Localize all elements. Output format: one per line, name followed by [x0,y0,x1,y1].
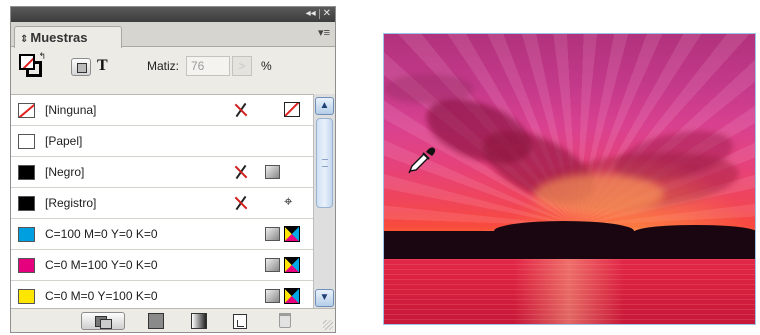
panel-tab-row: ⇕ Muestras ▾≡ [11,22,335,48]
fill-stroke-toggle[interactable]: ↰ [19,51,46,78]
scroll-thumb[interactable] [316,118,333,208]
swatch-name: [Papel] [45,134,83,148]
scroll-up-button[interactable]: ▲ [315,97,334,115]
swatch-name: C=0 M=100 Y=0 K=0 [45,258,158,272]
swatch-row-black[interactable]: [Negro] [11,157,313,188]
swatch-chip [18,258,35,273]
new-swatch-icon[interactable] [233,314,247,329]
scroll-down-button[interactable]: ▼ [315,289,334,307]
swatch-chip [18,289,35,304]
swatch-name: [Negro] [45,165,85,179]
swatch-row-paper[interactable]: [Papel] [11,126,313,157]
collapse-icon[interactable]: ◂◂ [306,8,316,20]
process-color-icon [265,289,280,303]
swap-arrow-icon[interactable]: ↰ [38,51,46,62]
tab-arrows-icon: ⇕ [20,34,29,45]
non-editable-icon [233,102,249,118]
swatch-name: [Registro] [45,196,97,210]
delete-swatch-icon[interactable] [279,313,291,328]
swatch-row-magenta[interactable]: C=0 M=100 Y=0 K=0 [11,250,313,281]
swatch-name: C=0 M=0 Y=100 K=0 [45,289,158,303]
tab-swatches[interactable]: ⇕ Muestras [14,26,122,48]
cmyk-icon [284,257,300,273]
titlebar-separator [318,9,320,19]
tint-slider-button[interactable]: > [232,56,252,76]
swatch-name: [Ninguna] [45,103,97,117]
swatch-chip [18,227,35,242]
swatch-row-registration[interactable]: [Registro] ⌖ [11,188,313,219]
tab-label: Muestras [30,30,88,45]
sunset-photo[interactable] [383,33,756,325]
show-color-swatches-icon[interactable] [148,313,164,329]
tint-percent-label: % [261,59,272,73]
close-icon[interactable]: ✕ [323,8,331,20]
swatch-chip [18,196,35,211]
formatting-text-button[interactable]: T [97,57,108,75]
show-gradient-swatches-icon[interactable] [191,313,207,329]
process-color-icon [265,258,280,272]
swatch-controls: ↰ T Matiz: 76 > % [11,47,335,83]
show-all-swatches-button[interactable] [81,312,125,330]
lit-cloud [534,174,664,214]
formatting-container-button[interactable] [71,58,91,76]
panel-titlebar[interactable]: ◂◂ ✕ [11,7,335,22]
none-swatch-icon [284,102,300,117]
swatch-name: C=100 M=0 Y=0 K=0 [45,227,158,241]
resize-grip-icon[interactable] [323,320,333,330]
fill-swatch-icon[interactable] [19,54,35,70]
process-color-icon [265,227,280,241]
eyedropper-icon [408,147,436,174]
non-editable-icon [233,164,249,180]
swatch-chip [18,134,35,149]
sea-reflection [384,259,755,324]
tint-label: Matiz: [147,59,180,73]
cmyk-icon [284,226,300,242]
process-color-icon [265,165,280,179]
swatch-row-cyan[interactable]: C=100 M=0 Y=0 K=0 [11,219,313,250]
cmyk-icon [284,288,300,304]
tint-input[interactable]: 76 [186,56,230,76]
swatch-list-scrollbar[interactable]: ▲ ▼ [313,94,335,310]
swatch-list: [Ninguna] [Papel] [Negro] [Registro] ⌖ C… [11,94,313,312]
panel-bottom-bar [11,308,335,332]
swatches-panel: ◂◂ ✕ ⇕ Muestras ▾≡ ↰ T Matiz: 76 > % [Nin… [10,6,336,333]
swatch-chip [18,165,35,180]
panel-menu-icon[interactable]: ▾≡ [318,26,330,39]
non-editable-icon [233,195,249,211]
swatch-row-none[interactable]: [Ninguna] [11,95,313,126]
swatch-chip [18,103,35,118]
registration-icon: ⌖ [284,193,293,210]
